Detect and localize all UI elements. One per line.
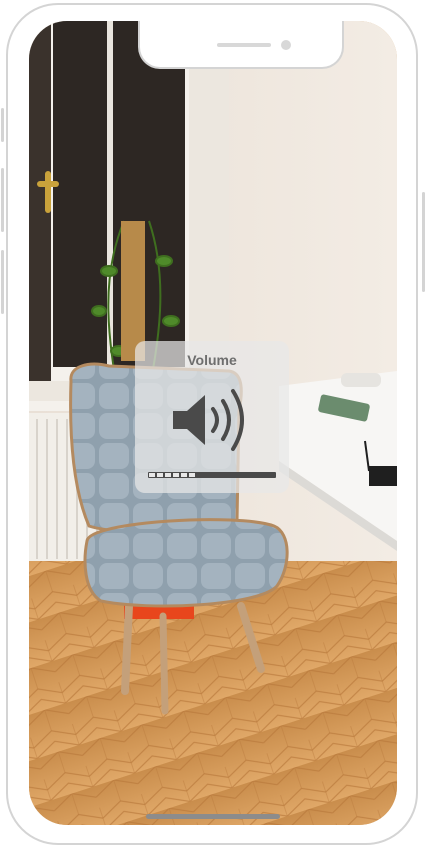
notch xyxy=(138,21,344,69)
volume-level-segment xyxy=(173,473,179,477)
front-camera xyxy=(281,40,291,50)
volume-level-segment xyxy=(181,473,187,477)
power-button[interactable] xyxy=(422,192,425,292)
volume-level-segment xyxy=(189,473,195,477)
volume-level-segment xyxy=(165,473,171,477)
mute-switch xyxy=(1,108,4,142)
volume-down-button[interactable] xyxy=(1,250,4,314)
earpiece-speaker xyxy=(217,43,271,47)
volume-hud: Volume xyxy=(135,341,289,493)
volume-level-segment xyxy=(157,473,163,477)
home-indicator[interactable] xyxy=(146,814,280,819)
volume-hud-title: Volume xyxy=(187,352,237,368)
speaker-volume-icon xyxy=(173,389,244,451)
volume-level-bar xyxy=(148,472,276,478)
volume-level-segment xyxy=(149,473,155,477)
volume-up-button[interactable] xyxy=(1,168,4,232)
